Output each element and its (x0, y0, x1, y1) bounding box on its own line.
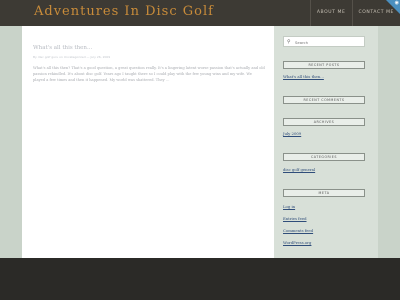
meta-heading: META (283, 189, 365, 197)
search-input[interactable] (295, 39, 361, 45)
recent-comments-heading: RECENT COMMENTS (283, 96, 365, 104)
post-meta: By disc golf guru on Uncategorized — Jul… (33, 55, 111, 59)
site-title[interactable]: Adventures In Disc Golf (34, 4, 214, 19)
main-content (22, 26, 274, 258)
meta-link-wordpress-org[interactable]: WordPress.org (283, 240, 311, 245)
archives-heading: ARCHIVES (283, 118, 365, 126)
archive-link[interactable]: July 2009 (283, 131, 301, 136)
meta-link-entries-feed[interactable]: Entries feed (283, 216, 307, 221)
recent-post-link[interactable]: What's all this then... (283, 74, 324, 79)
post-title[interactable]: What's all this then... (33, 45, 92, 51)
nav-about-me[interactable]: ABOUT ME (309, 0, 352, 26)
categories-heading: CATEGORIES (283, 153, 365, 161)
search-icon[interactable]: ⚲ (287, 39, 291, 45)
search-box: ⚲ (283, 36, 365, 47)
site-footer (0, 258, 400, 300)
category-link[interactable]: disc golf general (283, 167, 315, 172)
meta-link-login[interactable]: Log in (283, 204, 295, 209)
rss-icon[interactable]: ◉ (395, 0, 399, 6)
post-excerpt: What's all this then? That's a good ques… (33, 66, 265, 82)
recent-posts-heading: RECENT POSTS (283, 61, 365, 69)
meta-link-comments-feed[interactable]: Comments feed (283, 228, 313, 233)
site-header: Adventures In Disc Golf ABOUT ME CONTACT… (0, 0, 400, 26)
